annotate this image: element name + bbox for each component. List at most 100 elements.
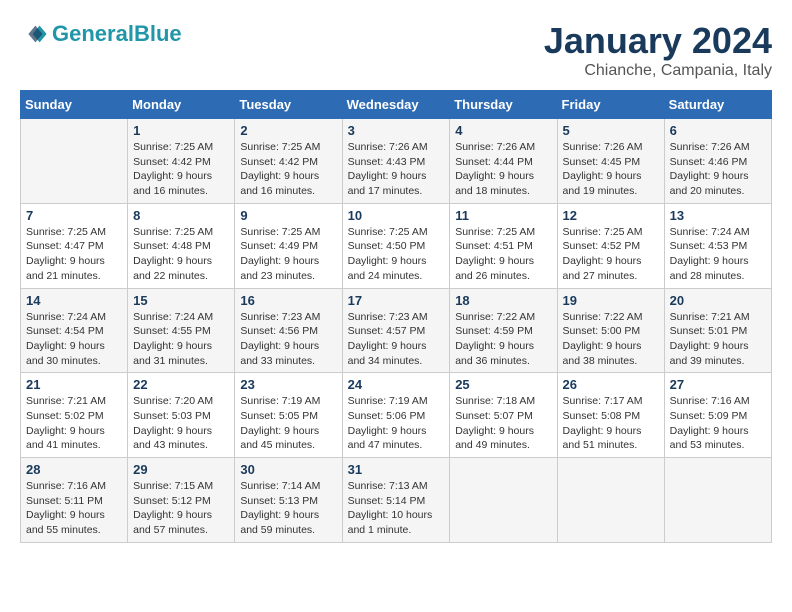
day-info: Sunrise: 7:17 AM Sunset: 5:08 PM Dayligh… [563, 394, 659, 453]
day-number: 10 [348, 208, 445, 223]
day-number: 17 [348, 293, 445, 308]
day-number: 6 [670, 123, 766, 138]
calendar-cell [21, 119, 128, 204]
calendar-cell: 10 Sunrise: 7:25 AM Sunset: 4:50 PM Dayli… [342, 203, 450, 288]
day-info: Sunrise: 7:22 AM Sunset: 5:00 PM Dayligh… [563, 310, 659, 369]
day-number: 8 [133, 208, 229, 223]
day-number: 19 [563, 293, 659, 308]
day-info: Sunrise: 7:25 AM Sunset: 4:49 PM Dayligh… [240, 225, 336, 284]
calendar-cell: 17 Sunrise: 7:23 AM Sunset: 4:57 PM Dayli… [342, 288, 450, 373]
day-number: 7 [26, 208, 122, 223]
calendar-cell: 27 Sunrise: 7:16 AM Sunset: 5:09 PM Dayli… [664, 373, 771, 458]
day-info: Sunrise: 7:19 AM Sunset: 5:06 PM Dayligh… [348, 394, 445, 453]
day-number: 4 [455, 123, 551, 138]
calendar-week-row: 1 Sunrise: 7:25 AM Sunset: 4:42 PM Daylig… [21, 119, 772, 204]
calendar-week-row: 28 Sunrise: 7:16 AM Sunset: 5:11 PM Dayli… [21, 458, 772, 543]
calendar-cell: 28 Sunrise: 7:16 AM Sunset: 5:11 PM Dayli… [21, 458, 128, 543]
calendar-week-row: 7 Sunrise: 7:25 AM Sunset: 4:47 PM Daylig… [21, 203, 772, 288]
calendar-cell [450, 458, 557, 543]
day-number: 25 [455, 377, 551, 392]
weekday-header-row: SundayMondayTuesdayWednesdayThursdayFrid… [21, 91, 772, 119]
day-info: Sunrise: 7:24 AM Sunset: 4:53 PM Dayligh… [670, 225, 766, 284]
weekday-header-thursday: Thursday [450, 91, 557, 119]
day-number: 21 [26, 377, 122, 392]
calendar-cell: 4 Sunrise: 7:26 AM Sunset: 4:44 PM Daylig… [450, 119, 557, 204]
calendar-cell: 11Sunrise: 7:25 AM Sunset: 4:51 PM Dayli… [450, 203, 557, 288]
day-number: 9 [240, 208, 336, 223]
day-info: Sunrise: 7:25 AM Sunset: 4:48 PM Dayligh… [133, 225, 229, 284]
day-info: Sunrise: 7:22 AM Sunset: 4:59 PM Dayligh… [455, 310, 551, 369]
day-info: Sunrise: 7:20 AM Sunset: 5:03 PM Dayligh… [133, 394, 229, 453]
calendar-cell: 22 Sunrise: 7:20 AM Sunset: 5:03 PM Dayli… [128, 373, 235, 458]
calendar-cell: 5 Sunrise: 7:26 AM Sunset: 4:45 PM Daylig… [557, 119, 664, 204]
calendar-cell: 3Sunrise: 7:26 AM Sunset: 4:43 PM Daylig… [342, 119, 450, 204]
calendar-cell: 24Sunrise: 7:19 AM Sunset: 5:06 PM Dayli… [342, 373, 450, 458]
day-info: Sunrise: 7:24 AM Sunset: 4:54 PM Dayligh… [26, 310, 122, 369]
day-number: 22 [133, 377, 229, 392]
calendar-cell: 13Sunrise: 7:24 AM Sunset: 4:53 PM Dayli… [664, 203, 771, 288]
calendar-cell: 6 Sunrise: 7:26 AM Sunset: 4:46 PM Daylig… [664, 119, 771, 204]
day-number: 5 [563, 123, 659, 138]
day-number: 1 [133, 123, 229, 138]
calendar-cell: 31 Sunrise: 7:13 AM Sunset: 5:14 PM Dayli… [342, 458, 450, 543]
day-info: Sunrise: 7:13 AM Sunset: 5:14 PM Dayligh… [348, 479, 445, 538]
day-info: Sunrise: 7:15 AM Sunset: 5:12 PM Dayligh… [133, 479, 229, 538]
day-info: Sunrise: 7:23 AM Sunset: 4:57 PM Dayligh… [348, 310, 445, 369]
calendar-cell: 1 Sunrise: 7:25 AM Sunset: 4:42 PM Daylig… [128, 119, 235, 204]
title-block: January 2024 Chianche, Campania, Italy [544, 20, 772, 80]
calendar-cell: 23Sunrise: 7:19 AM Sunset: 5:05 PM Dayli… [235, 373, 342, 458]
calendar-cell: 25 Sunrise: 7:18 AM Sunset: 5:07 PM Dayli… [450, 373, 557, 458]
weekday-header-saturday: Saturday [664, 91, 771, 119]
day-number: 29 [133, 462, 229, 477]
day-info: Sunrise: 7:25 AM Sunset: 4:52 PM Dayligh… [563, 225, 659, 284]
day-info: Sunrise: 7:14 AM Sunset: 5:13 PM Dayligh… [240, 479, 336, 538]
calendar-cell: 30 Sunrise: 7:14 AM Sunset: 5:13 PM Dayli… [235, 458, 342, 543]
day-number: 26 [563, 377, 659, 392]
day-info: Sunrise: 7:16 AM Sunset: 5:11 PM Dayligh… [26, 479, 122, 538]
day-number: 12 [563, 208, 659, 223]
day-info: Sunrise: 7:18 AM Sunset: 5:07 PM Dayligh… [455, 394, 551, 453]
calendar-cell [664, 458, 771, 543]
day-info: Sunrise: 7:25 AM Sunset: 4:42 PM Dayligh… [240, 140, 336, 199]
day-number: 27 [670, 377, 766, 392]
weekday-header-tuesday: Tuesday [235, 91, 342, 119]
calendar-cell: 20Sunrise: 7:21 AM Sunset: 5:01 PM Dayli… [664, 288, 771, 373]
day-number: 18 [455, 293, 551, 308]
calendar-cell: 19 Sunrise: 7:22 AM Sunset: 5:00 PM Dayli… [557, 288, 664, 373]
day-number: 14 [26, 293, 122, 308]
day-number: 23 [240, 377, 336, 392]
calendar-cell: 18 Sunrise: 7:22 AM Sunset: 4:59 PM Dayli… [450, 288, 557, 373]
day-number: 16 [240, 293, 336, 308]
calendar-cell: 14 Sunrise: 7:24 AM Sunset: 4:54 PM Dayli… [21, 288, 128, 373]
day-info: Sunrise: 7:21 AM Sunset: 5:01 PM Dayligh… [670, 310, 766, 369]
day-info: Sunrise: 7:26 AM Sunset: 4:46 PM Dayligh… [670, 140, 766, 199]
day-number: 28 [26, 462, 122, 477]
calendar-cell [557, 458, 664, 543]
day-info: Sunrise: 7:25 AM Sunset: 4:42 PM Dayligh… [133, 140, 229, 199]
logo-text-line1: GeneralBlue [52, 22, 182, 46]
day-info: Sunrise: 7:25 AM Sunset: 4:47 PM Dayligh… [26, 225, 122, 284]
day-number: 15 [133, 293, 229, 308]
day-info: Sunrise: 7:24 AM Sunset: 4:55 PM Dayligh… [133, 310, 229, 369]
day-info: Sunrise: 7:26 AM Sunset: 4:44 PM Dayligh… [455, 140, 551, 199]
weekday-header-wednesday: Wednesday [342, 91, 450, 119]
calendar-subtitle: Chianche, Campania, Italy [544, 62, 772, 80]
calendar-cell: 8 Sunrise: 7:25 AM Sunset: 4:48 PM Daylig… [128, 203, 235, 288]
day-info: Sunrise: 7:16 AM Sunset: 5:09 PM Dayligh… [670, 394, 766, 453]
calendar-cell: 12 Sunrise: 7:25 AM Sunset: 4:52 PM Dayli… [557, 203, 664, 288]
logo-icon [20, 20, 48, 48]
day-number: 31 [348, 462, 445, 477]
calendar-cell: 9 Sunrise: 7:25 AM Sunset: 4:49 PM Daylig… [235, 203, 342, 288]
page-header: GeneralBlue January 2024 Chianche, Campa… [20, 20, 772, 80]
day-number: 30 [240, 462, 336, 477]
calendar-cell: 26 Sunrise: 7:17 AM Sunset: 5:08 PM Dayli… [557, 373, 664, 458]
calendar-cell: 15 Sunrise: 7:24 AM Sunset: 4:55 PM Dayli… [128, 288, 235, 373]
calendar-cell: 7 Sunrise: 7:25 AM Sunset: 4:47 PM Daylig… [21, 203, 128, 288]
day-info: Sunrise: 7:26 AM Sunset: 4:43 PM Dayligh… [348, 140, 445, 199]
weekday-header-sunday: Sunday [21, 91, 128, 119]
calendar-week-row: 14 Sunrise: 7:24 AM Sunset: 4:54 PM Dayli… [21, 288, 772, 373]
weekday-header-monday: Monday [128, 91, 235, 119]
day-info: Sunrise: 7:26 AM Sunset: 4:45 PM Dayligh… [563, 140, 659, 199]
calendar-title: January 2024 [544, 20, 772, 62]
day-info: Sunrise: 7:25 AM Sunset: 4:50 PM Dayligh… [348, 225, 445, 284]
